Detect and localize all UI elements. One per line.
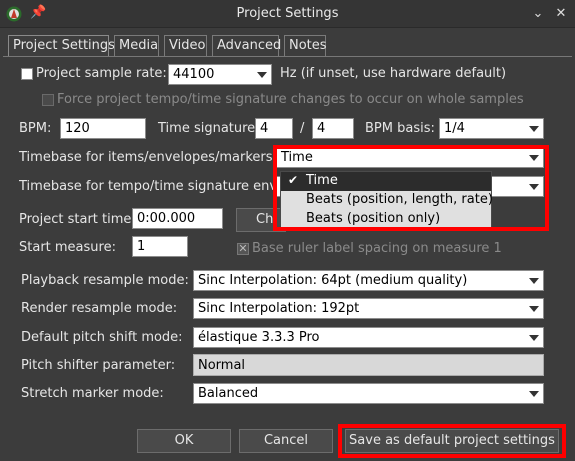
chevron-down-icon [257, 72, 267, 78]
sample-rate-checkbox[interactable] [21, 68, 33, 80]
tab-project-settings[interactable]: Project Settings [8, 35, 115, 56]
bpm-basis-combo[interactable]: 1/4 [439, 118, 544, 139]
ok-button[interactable]: OK [137, 429, 231, 453]
sample-rate-value: 44100 [173, 67, 215, 82]
minimize-icon[interactable]: ⌄ [530, 6, 546, 22]
tab-video[interactable]: Video [164, 35, 207, 56]
bpm-basis-label: BPM basis: [365, 121, 435, 136]
bpm-input[interactable]: 120 [60, 118, 146, 139]
window-title: Project Settings [236, 6, 339, 21]
chevron-down-icon [529, 126, 539, 132]
tab-media[interactable]: Media [114, 35, 159, 56]
stretch-marker-label: Stretch marker mode: [21, 386, 164, 401]
highlight-box-save-default [338, 424, 566, 458]
render-resample-label: Render resample mode: [21, 301, 178, 316]
chevron-down-icon [529, 278, 539, 284]
render-resample-combo[interactable]: Sinc Interpolation: 192pt [193, 298, 544, 319]
tab-notes[interactable]: Notes [284, 35, 327, 56]
bpm-basis-value: 1/4 [444, 121, 465, 136]
playback-resample-combo[interactable]: Sinc Interpolation: 64pt (medium quality… [193, 270, 544, 291]
pitch-shift-value: élastique 3.3.3 Pro [198, 330, 320, 345]
pitch-shift-combo[interactable]: élastique 3.3.3 Pro [193, 327, 544, 348]
close-icon[interactable]: ✕ [553, 6, 569, 22]
timebase-tempo-label: Timebase for tempo/time signature envelo… [19, 179, 277, 194]
chevron-down-icon [529, 335, 539, 341]
pitch-shift-label: Default pitch shift mode: [21, 330, 183, 345]
title-bar: 📌 Project Settings ⌄ ✕ [0, 0, 575, 28]
force-tempo-label: Force project tempo/time signature chang… [57, 92, 524, 107]
sample-rate-hint: Hz (if unset, use hardware default) [280, 66, 507, 81]
chevron-down-icon [529, 306, 539, 312]
sample-rate-combo[interactable]: 44100 [168, 64, 272, 85]
time-signature-label: Time signature: [158, 121, 260, 136]
timebase-items-label: Timebase for items/envelopes/markers: [19, 150, 277, 165]
pitch-param-field[interactable]: Normal [193, 354, 544, 376]
render-resample-value: Sinc Interpolation: 192pt [198, 301, 360, 316]
playback-resample-value: Sinc Interpolation: 64pt (medium quality… [198, 273, 468, 288]
playback-resample-label: Playback resample mode: [21, 273, 189, 288]
stretch-marker-combo[interactable]: Balanced [193, 383, 544, 404]
time-signature-separator: / [300, 121, 305, 136]
start-time-label: Project start time: [19, 212, 136, 227]
start-measure-label: Start measure: [19, 240, 116, 255]
force-tempo-checkbox[interactable] [42, 94, 54, 106]
pitch-param-label: Pitch shifter parameter: [21, 358, 176, 373]
cancel-button[interactable]: Cancel [239, 429, 333, 453]
sample-rate-label: Project sample rate: [36, 66, 167, 81]
time-signature-numerator[interactable]: 4 [255, 118, 293, 139]
base-ruler-checkbox[interactable]: ✕ [237, 243, 249, 255]
start-measure-input[interactable]: 1 [132, 236, 188, 257]
base-ruler-label: Base ruler label spacing on measure 1 [252, 241, 502, 256]
tab-advanced[interactable]: Advanced [212, 35, 281, 56]
time-signature-denominator[interactable]: 4 [312, 118, 354, 139]
highlight-box-timebase [273, 145, 549, 231]
chevron-down-icon [529, 391, 539, 397]
stretch-marker-value: Balanced [198, 386, 259, 401]
start-time-input[interactable]: 0:00.000 [132, 208, 223, 229]
tab-divider [3, 56, 572, 57]
bpm-label: BPM: [19, 121, 52, 136]
